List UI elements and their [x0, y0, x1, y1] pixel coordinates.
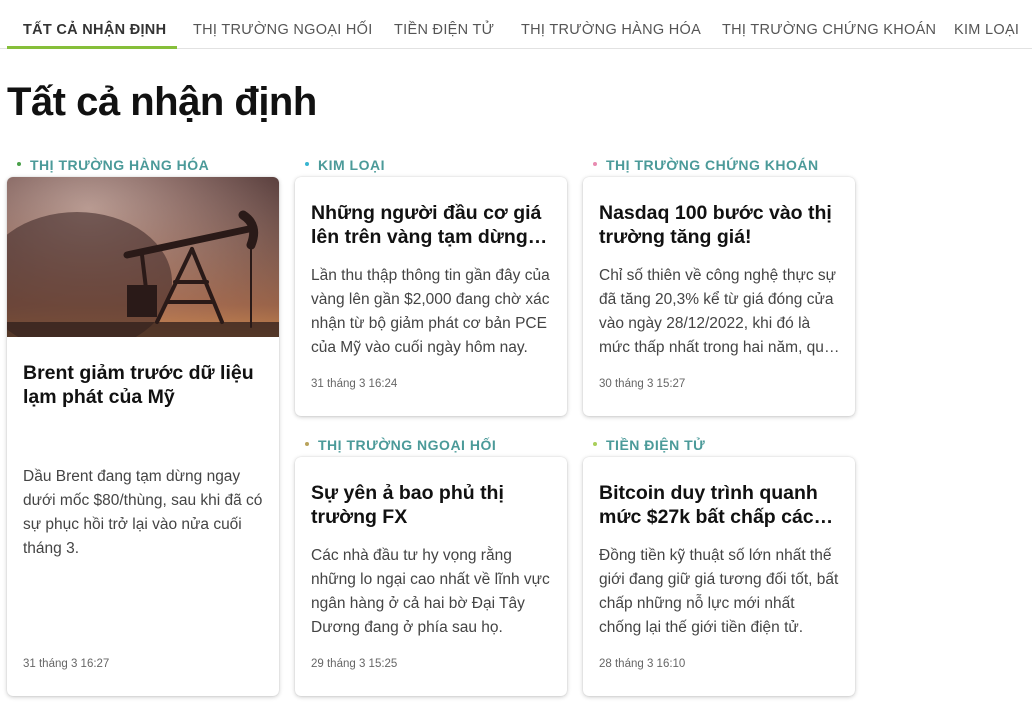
article-title[interactable]: Những người đầu cơ giá lên trên vàng tạm…: [311, 201, 553, 249]
category-label-crypto[interactable]: TIỀN ĐIỆN TỬ: [593, 437, 705, 453]
article-timestamp: 31 tháng 3 16:24: [311, 378, 398, 390]
tab-crypto[interactable]: TIỀN ĐIỆN TỬ: [394, 0, 494, 49]
article-title[interactable]: Bitcoin duy trình quanh mức $27k bất chấ…: [599, 481, 841, 529]
category-dot-icon: [593, 162, 597, 167]
tab-all-analysis[interactable]: TẤT CẢ NHẬN ĐỊNH: [23, 0, 166, 49]
article-excerpt: Đồng tiền kỹ thuật số lớn nhất thế giới …: [599, 547, 839, 636]
article-excerpt: Chỉ số thiên về công nghệ thực sự đã tăn…: [599, 267, 837, 356]
active-tab-indicator: [7, 46, 177, 49]
page-title: Tất cả nhận định: [7, 80, 317, 124]
category-dot-icon: [305, 442, 309, 447]
article-timestamp: 31 tháng 3 16:27: [23, 658, 110, 670]
tab-stocks[interactable]: THỊ TRƯỜNG CHỨNG KHOÁN: [722, 0, 936, 49]
article-title[interactable]: Nasdaq 100 bước vào thị trường tăng giá!: [599, 201, 841, 249]
article-excerpt: Dầu Brent đang tạm dừng ngay dưới mốc $8…: [23, 468, 263, 557]
category-label-stocks[interactable]: THỊ TRƯỜNG CHỨNG KHOÁN: [593, 157, 819, 173]
article-card-nasdaq[interactable]: Nasdaq 100 bước vào thị trường tăng giá!…: [583, 177, 855, 416]
article-excerpt: Các nhà đầu tư hy vọng rằng những lo ngạ…: [311, 547, 550, 636]
category-tabs: TẤT CẢ NHẬN ĐỊNH THỊ TRƯỜNG NGOẠI HỐI TI…: [0, 0, 1032, 49]
category-dot-icon: [593, 442, 597, 447]
tab-metals[interactable]: KIM LOẠI: [954, 0, 1019, 49]
category-dot-icon: [17, 162, 21, 167]
article-card-fx[interactable]: Sự yên ả bao phủ thị trường FX Các nhà đ…: [295, 457, 567, 696]
article-timestamp: 30 tháng 3 15:27: [599, 378, 686, 390]
article-card-gold[interactable]: Những người đầu cơ giá lên trên vàng tạm…: [295, 177, 567, 416]
article-title[interactable]: Sự yên ả bao phủ thị trường FX: [311, 481, 553, 529]
oil-pump-jack-image: [7, 177, 279, 337]
tab-commodities[interactable]: THỊ TRƯỜNG HÀNG HÓA: [521, 0, 701, 49]
category-label-forex[interactable]: THỊ TRƯỜNG NGOẠI HỐI: [305, 437, 496, 453]
article-title[interactable]: Brent giảm trước dữ liệu lạm phát của Mỹ: [23, 361, 265, 409]
article-card-brent[interactable]: Brent giảm trước dữ liệu lạm phát của Mỹ…: [7, 177, 279, 696]
article-timestamp: 29 tháng 3 15:25: [311, 658, 398, 670]
category-dot-icon: [305, 162, 309, 167]
category-label-commodities[interactable]: THỊ TRƯỜNG HÀNG HÓA: [17, 157, 209, 173]
article-timestamp: 28 tháng 3 16:10: [599, 658, 686, 670]
category-label-metals[interactable]: KIM LOẠI: [305, 157, 385, 173]
tab-forex[interactable]: THỊ TRƯỜNG NGOẠI HỐI: [193, 0, 373, 49]
article-excerpt: Lần thu thập thông tin gần đây của vàng …: [311, 267, 550, 356]
article-card-bitcoin[interactable]: Bitcoin duy trình quanh mức $27k bất chấ…: [583, 457, 855, 696]
